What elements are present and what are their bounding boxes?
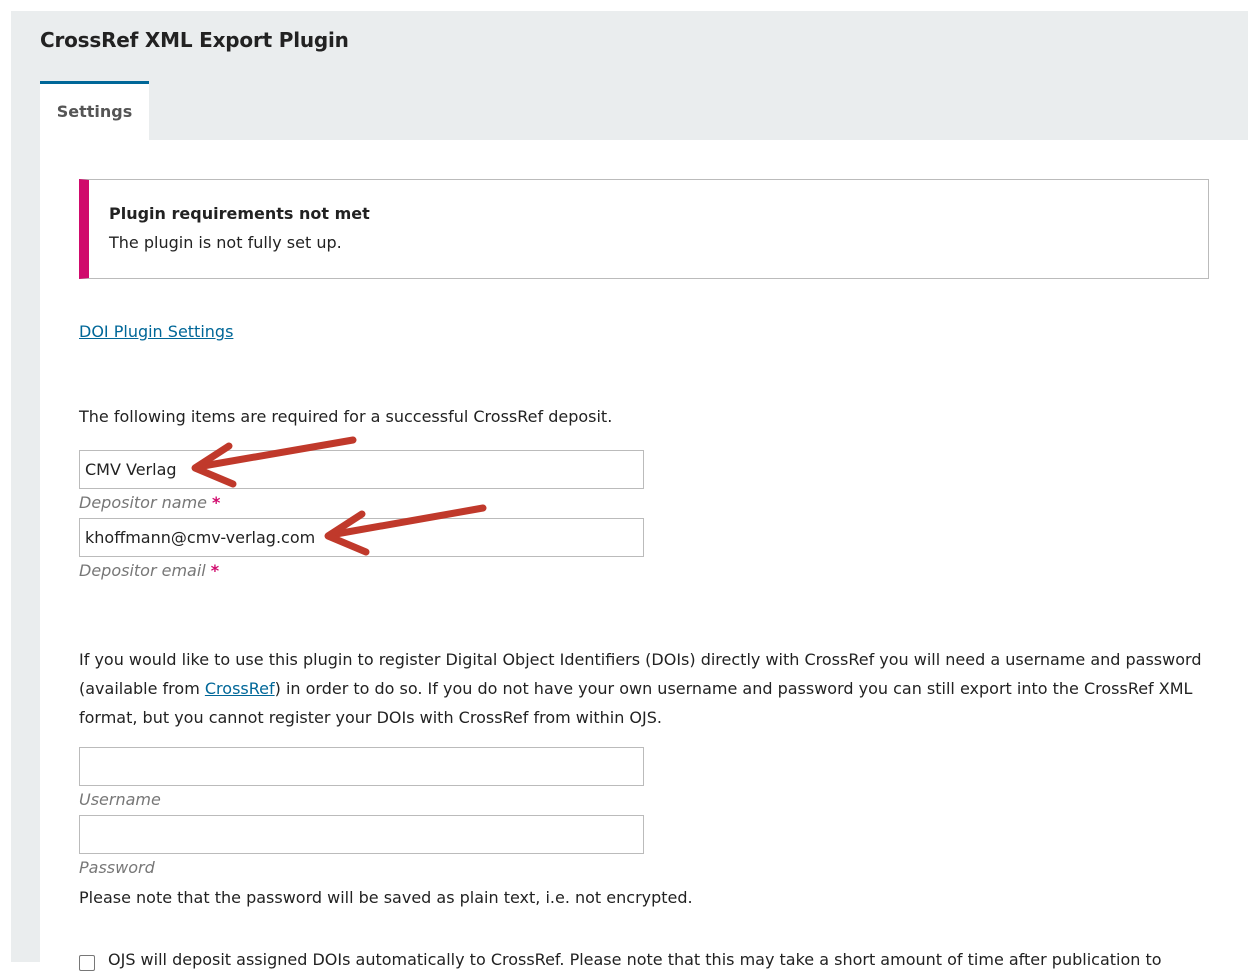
password-input[interactable] [79,815,644,854]
page-title: CrossRef XML Export Plugin [40,28,349,52]
depositor-email-label: Depositor email * [79,561,220,580]
notice-title: Plugin requirements not met [109,204,370,223]
annotation-arrow-icon [324,504,487,556]
notice-text: The plugin is not fully set up. [109,233,342,252]
depositor-name-label: Depositor name * [79,493,221,512]
doi-plugin-settings-link[interactable]: DOI Plugin Settings [79,322,233,341]
requirements-notice: Plugin requirements not met The plugin i… [79,179,1209,279]
username-input[interactable] [79,747,644,786]
depositor-email-value: khoffmann@cmv-verlag.com [85,528,316,547]
required-mark: * [210,561,220,580]
depositor-name-input[interactable]: CMV Verlag [79,450,644,489]
username-label: Username [79,790,161,809]
annotation-arrow-icon [191,436,357,488]
password-note: Please note that the password will be sa… [79,888,693,907]
auto-deposit-label: OJS will deposit assigned DOIs automatic… [108,950,1162,969]
required-mark: * [212,493,221,512]
password-label: Password [79,858,155,877]
crossref-link[interactable]: CrossRef [205,679,275,698]
required-intro-text: The following items are required for a s… [79,407,613,426]
register-info-text: If you would like to use this plugin to … [79,650,1202,727]
tab-settings[interactable]: Settings [40,81,149,140]
depositor-name-value: CMV Verlag [85,460,177,479]
auto-deposit-checkbox[interactable] [79,955,95,971]
